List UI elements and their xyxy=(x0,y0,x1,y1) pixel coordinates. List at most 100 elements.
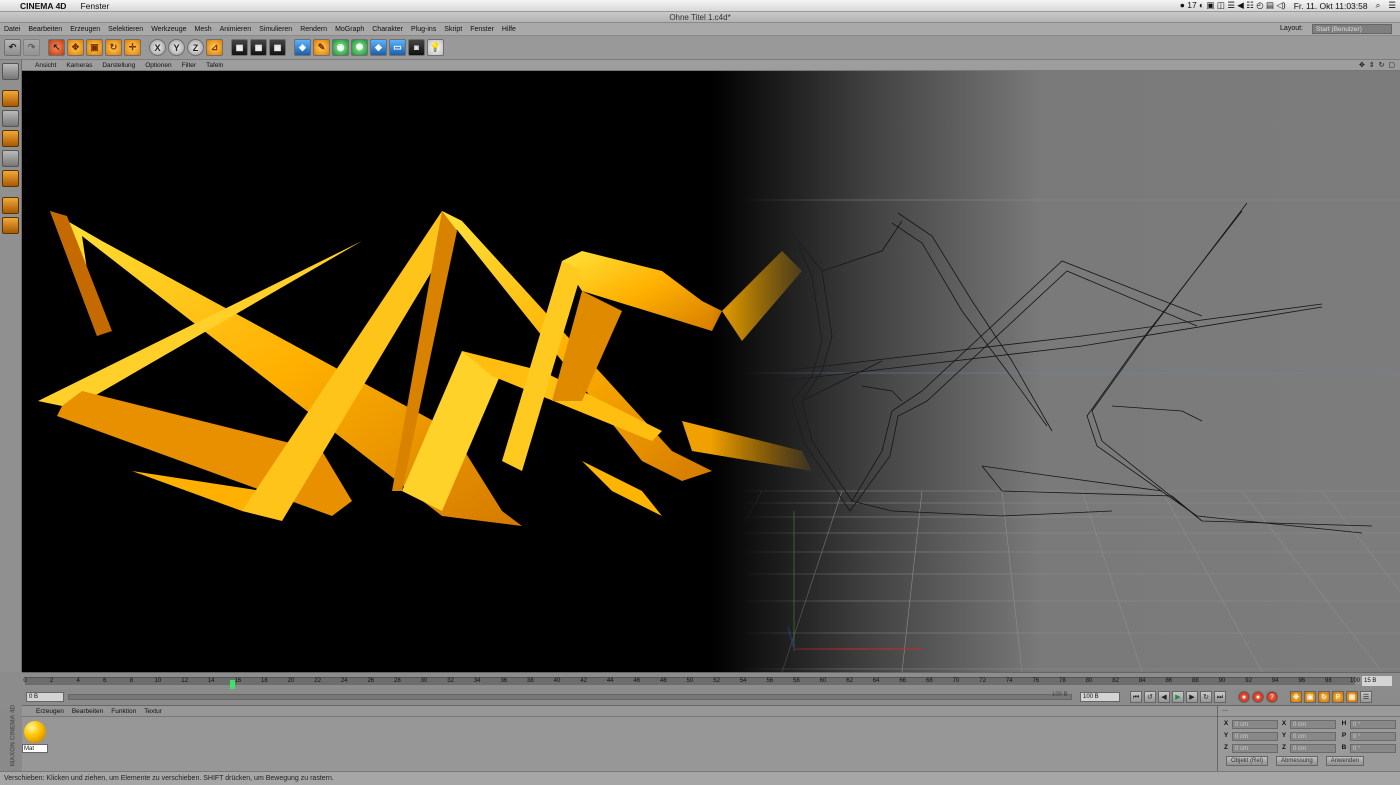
menu-animieren[interactable]: Animieren xyxy=(216,26,256,33)
menu-simulieren[interactable]: Simulieren xyxy=(255,26,296,33)
key-pla-icon[interactable]: ▦ xyxy=(1346,691,1358,703)
menu-bearbeiten[interactable]: Bearbeiten xyxy=(24,26,66,33)
menu-mograph[interactable]: MoGraph xyxy=(331,26,368,33)
material-name[interactable]: Mat xyxy=(22,744,48,753)
axis-mode-icon[interactable] xyxy=(2,197,19,214)
timeline-ruler[interactable]: 0 2 4 6 8 10 12 14 16 18 20 22 24 26 28 30 32 34 36 38 40 42 4… xyxy=(23,677,1360,690)
timeline-menu-icon[interactable]: ☰ xyxy=(1360,691,1372,703)
menu-hilfe[interactable]: Hilfe xyxy=(498,26,520,33)
coordinate-field[interactable]: 0 cm xyxy=(1290,732,1336,741)
record-icon[interactable]: ● xyxy=(1238,691,1250,703)
coordinate-field[interactable]: 0 cm xyxy=(1232,720,1278,729)
array-icon[interactable]: ✺ xyxy=(351,39,368,56)
deformer-icon[interactable]: ◆ xyxy=(370,39,387,56)
coordinate-field[interactable]: 0 cm xyxy=(1290,720,1336,729)
viewport-menu-filter[interactable]: Filter xyxy=(177,62,201,69)
menu-plugins[interactable]: Plug-ins xyxy=(407,26,440,33)
menu-charakter[interactable]: Charakter xyxy=(368,26,407,33)
coordinate-field[interactable]: 0 cm xyxy=(1290,744,1336,753)
axis-x-button[interactable]: X xyxy=(149,39,166,56)
viewport-menu-kameras[interactable]: Kameras xyxy=(61,62,97,69)
model-mode-icon[interactable] xyxy=(2,90,19,107)
go-to-end-button[interactable]: ⏭ xyxy=(1214,691,1226,703)
redo-button[interactable]: ↷ xyxy=(23,39,40,56)
menu-fenster[interactable]: Fenster xyxy=(466,26,498,33)
camera-icon[interactable]: ◙ xyxy=(408,39,425,56)
texture-mode-icon[interactable] xyxy=(2,110,19,127)
material-menu-funktion[interactable]: Funktion xyxy=(107,708,140,715)
layout-select[interactable]: Start (Benutzer) xyxy=(1312,24,1392,34)
keyframe-selection-icon[interactable]: ? xyxy=(1266,691,1278,703)
search-icon[interactable]: ⌕ xyxy=(1376,0,1381,11)
viewport-menu-tafeln[interactable]: Tafeln xyxy=(201,62,228,69)
menu-datei[interactable]: Datei xyxy=(0,26,24,33)
next-key-button[interactable]: ↻ xyxy=(1200,691,1212,703)
menu-skript[interactable]: Skript xyxy=(440,26,466,33)
coordinate-field[interactable]: 0 ° xyxy=(1350,732,1396,741)
key-rotation-icon[interactable]: ↻ xyxy=(1318,691,1330,703)
move-tool-button[interactable]: ✥ xyxy=(67,39,84,56)
coordinate-field[interactable]: 0 cm xyxy=(1232,744,1278,753)
edges-mode-icon[interactable] xyxy=(2,150,19,167)
live-select-button[interactable]: ↖ xyxy=(48,39,65,56)
viewport-menu-optionen[interactable]: Optionen xyxy=(140,62,176,69)
rotate-tool-button[interactable]: ↻ xyxy=(105,39,122,56)
window-menu[interactable]: Fenster xyxy=(80,1,109,11)
notification-icon[interactable]: ☰ xyxy=(1388,0,1396,11)
material-menu-bearbeiten[interactable]: Bearbeiten xyxy=(68,708,107,715)
cube-icon[interactable]: ◈ xyxy=(294,39,311,56)
current-frame-field[interactable]: 0 B xyxy=(26,692,64,702)
coordinate-system-button[interactable]: ⊿ xyxy=(206,39,223,56)
render-settings-button[interactable]: ▦ xyxy=(269,39,286,56)
timeline-end-field[interactable]: 15 B xyxy=(1362,676,1392,686)
viewport-menu-darstellung[interactable]: Darstellung xyxy=(97,62,140,69)
axis-z-button[interactable]: Z xyxy=(187,39,204,56)
material-menu-erzeugen[interactable]: Erzeugen xyxy=(32,708,68,715)
render-picture-viewer-button[interactable]: ▦ xyxy=(250,39,267,56)
floor-icon[interactable]: ▭ xyxy=(389,39,406,56)
object-rel-select[interactable]: Objekt (Rel) xyxy=(1226,756,1269,766)
status-icons[interactable]: ● 17 ◐ ▣ ◫ ☰ ◀ ☷ ◴ ▤ ◁) xyxy=(1180,0,1286,11)
make-editable-icon[interactable] xyxy=(2,63,19,80)
menu-erzeugen[interactable]: Erzeugen xyxy=(66,26,104,33)
key-scale-icon[interactable]: ▣ xyxy=(1304,691,1316,703)
autokey-icon[interactable]: ● xyxy=(1252,691,1264,703)
scale-tool-button[interactable]: ▣ xyxy=(86,39,103,56)
coordinate-field[interactable]: 0 cm xyxy=(1232,732,1278,741)
tweak-mode-icon[interactable] xyxy=(2,217,19,234)
subdivision-icon[interactable]: ◉ xyxy=(332,39,349,56)
material-preview[interactable] xyxy=(24,721,46,743)
polygons-mode-icon[interactable] xyxy=(2,170,19,187)
clock[interactable]: Fr. 11. Okt 11:03:58 xyxy=(1294,1,1368,11)
menu-rendern[interactable]: Rendern xyxy=(296,26,331,33)
axis-y-button[interactable]: Y xyxy=(168,39,185,56)
render-view-button[interactable]: ▦ xyxy=(231,39,248,56)
coordinate-field[interactable]: 0 ° xyxy=(1350,744,1396,753)
undo-button[interactable]: ↶ xyxy=(4,39,21,56)
coordinate-field[interactable]: 0 ° xyxy=(1350,720,1396,729)
timeline[interactable]: 0 2 4 6 8 10 12 14 16 18 20 22 24 26 28 30 32 34 36 38 40 42 4… xyxy=(22,672,1400,690)
range-slider[interactable] xyxy=(68,694,1072,700)
prev-frame-button[interactable]: ◀ xyxy=(1158,691,1170,703)
3d-viewport[interactable] xyxy=(22,71,1400,672)
viewport-nav-icons[interactable]: ✥ ⇕ ↻ ▢ xyxy=(1359,61,1396,69)
recent-tool-button[interactable]: ✛ xyxy=(124,39,141,56)
key-param-icon[interactable]: P xyxy=(1332,691,1344,703)
material-menu-textur[interactable]: Textur xyxy=(140,708,166,715)
menu-werkzeuge[interactable]: Werkzeuge xyxy=(147,26,190,33)
light-icon[interactable]: 💡 xyxy=(427,39,444,56)
next-frame-button[interactable]: ▶ xyxy=(1186,691,1198,703)
viewport-menu-ansicht[interactable]: Ansicht xyxy=(30,62,61,69)
points-mode-icon[interactable] xyxy=(2,130,19,147)
size-mode-select[interactable]: Abmessung xyxy=(1276,756,1318,766)
go-to-start-button[interactable]: ⏮ xyxy=(1130,691,1142,703)
play-button[interactable]: ▶ xyxy=(1172,691,1184,703)
menu-mesh[interactable]: Mesh xyxy=(190,26,215,33)
prev-key-button[interactable]: ↺ xyxy=(1144,691,1156,703)
menu-selektieren[interactable]: Selektieren xyxy=(104,26,147,33)
apply-button[interactable]: Anwenden xyxy=(1325,756,1365,766)
end-frame-field[interactable]: 100 B xyxy=(1080,692,1120,702)
key-position-icon[interactable]: ✥ xyxy=(1290,691,1302,703)
spline-pen-icon[interactable]: ✎ xyxy=(313,39,330,56)
app-name-menu[interactable]: CINEMA 4D xyxy=(20,1,66,11)
